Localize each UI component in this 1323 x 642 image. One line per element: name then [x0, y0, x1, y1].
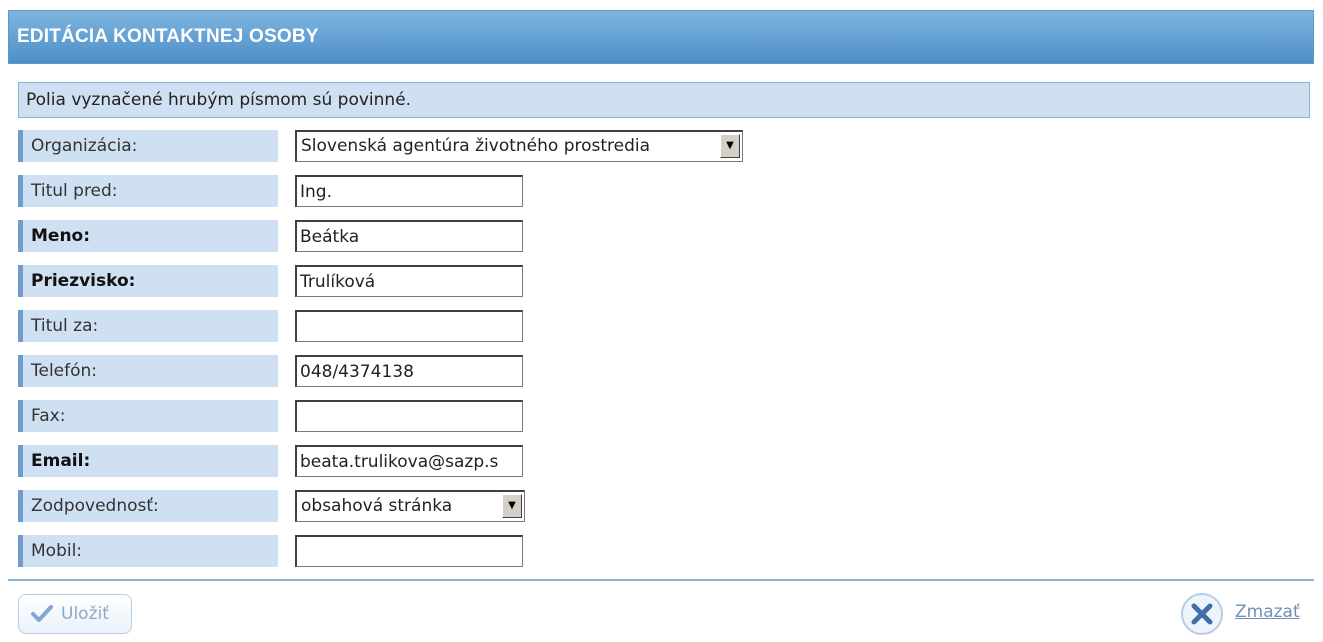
- priezvisko-label: Priezvisko:: [18, 265, 278, 297]
- save-button-label: Uložiť: [61, 604, 109, 624]
- organizacia-label: Organizácia:: [18, 130, 278, 162]
- page-title: EDITÁCIA KONTAKTNEJ OSOBY: [8, 10, 1314, 64]
- telefon-input[interactable]: [295, 355, 523, 387]
- edit-contact-form: EDITÁCIA KONTAKTNEJ OSOBY Polia vyznačen…: [0, 0, 1323, 642]
- chevron-down-icon[interactable]: ▼: [502, 494, 522, 518]
- checkmark-icon: [31, 605, 53, 622]
- titul-za-label: Titul za:: [18, 310, 278, 342]
- mobil-input[interactable]: [295, 535, 523, 567]
- telefon-label: Telefón:: [18, 355, 278, 387]
- x-circle-icon[interactable]: [1180, 592, 1224, 636]
- zodpovednost-select[interactable]: obsahová stránka ▼: [295, 490, 525, 522]
- footer-divider: [8, 579, 1314, 581]
- delete-button[interactable]: Zmazať: [1180, 592, 1310, 636]
- required-fields-notice: Polia vyznačené hrubým písmom sú povinné…: [18, 82, 1310, 118]
- organizacia-selected-value: Slovenská agentúra životného prostredia: [301, 136, 651, 156]
- meno-input[interactable]: [295, 220, 523, 252]
- email-label: Email:: [18, 445, 278, 477]
- organizacia-select[interactable]: Slovenská agentúra životného prostredia …: [295, 130, 743, 162]
- titul-pred-input[interactable]: [295, 175, 523, 207]
- email-input[interactable]: [295, 445, 523, 477]
- fax-label: Fax:: [18, 400, 278, 432]
- mobil-label: Mobil:: [18, 535, 278, 567]
- meno-label: Meno:: [18, 220, 278, 252]
- titul-pred-label: Titul pred:: [18, 175, 278, 207]
- chevron-down-icon[interactable]: ▼: [720, 134, 740, 158]
- save-button[interactable]: Uložiť: [18, 594, 132, 634]
- delete-link[interactable]: Zmazať: [1235, 602, 1300, 622]
- zodpovednost-selected-value: obsahová stránka: [301, 496, 453, 516]
- priezvisko-input[interactable]: [295, 265, 523, 297]
- zodpovednost-label: Zodpovednosť:: [18, 490, 278, 522]
- fax-input[interactable]: [295, 400, 523, 432]
- titul-za-input[interactable]: [295, 310, 523, 342]
